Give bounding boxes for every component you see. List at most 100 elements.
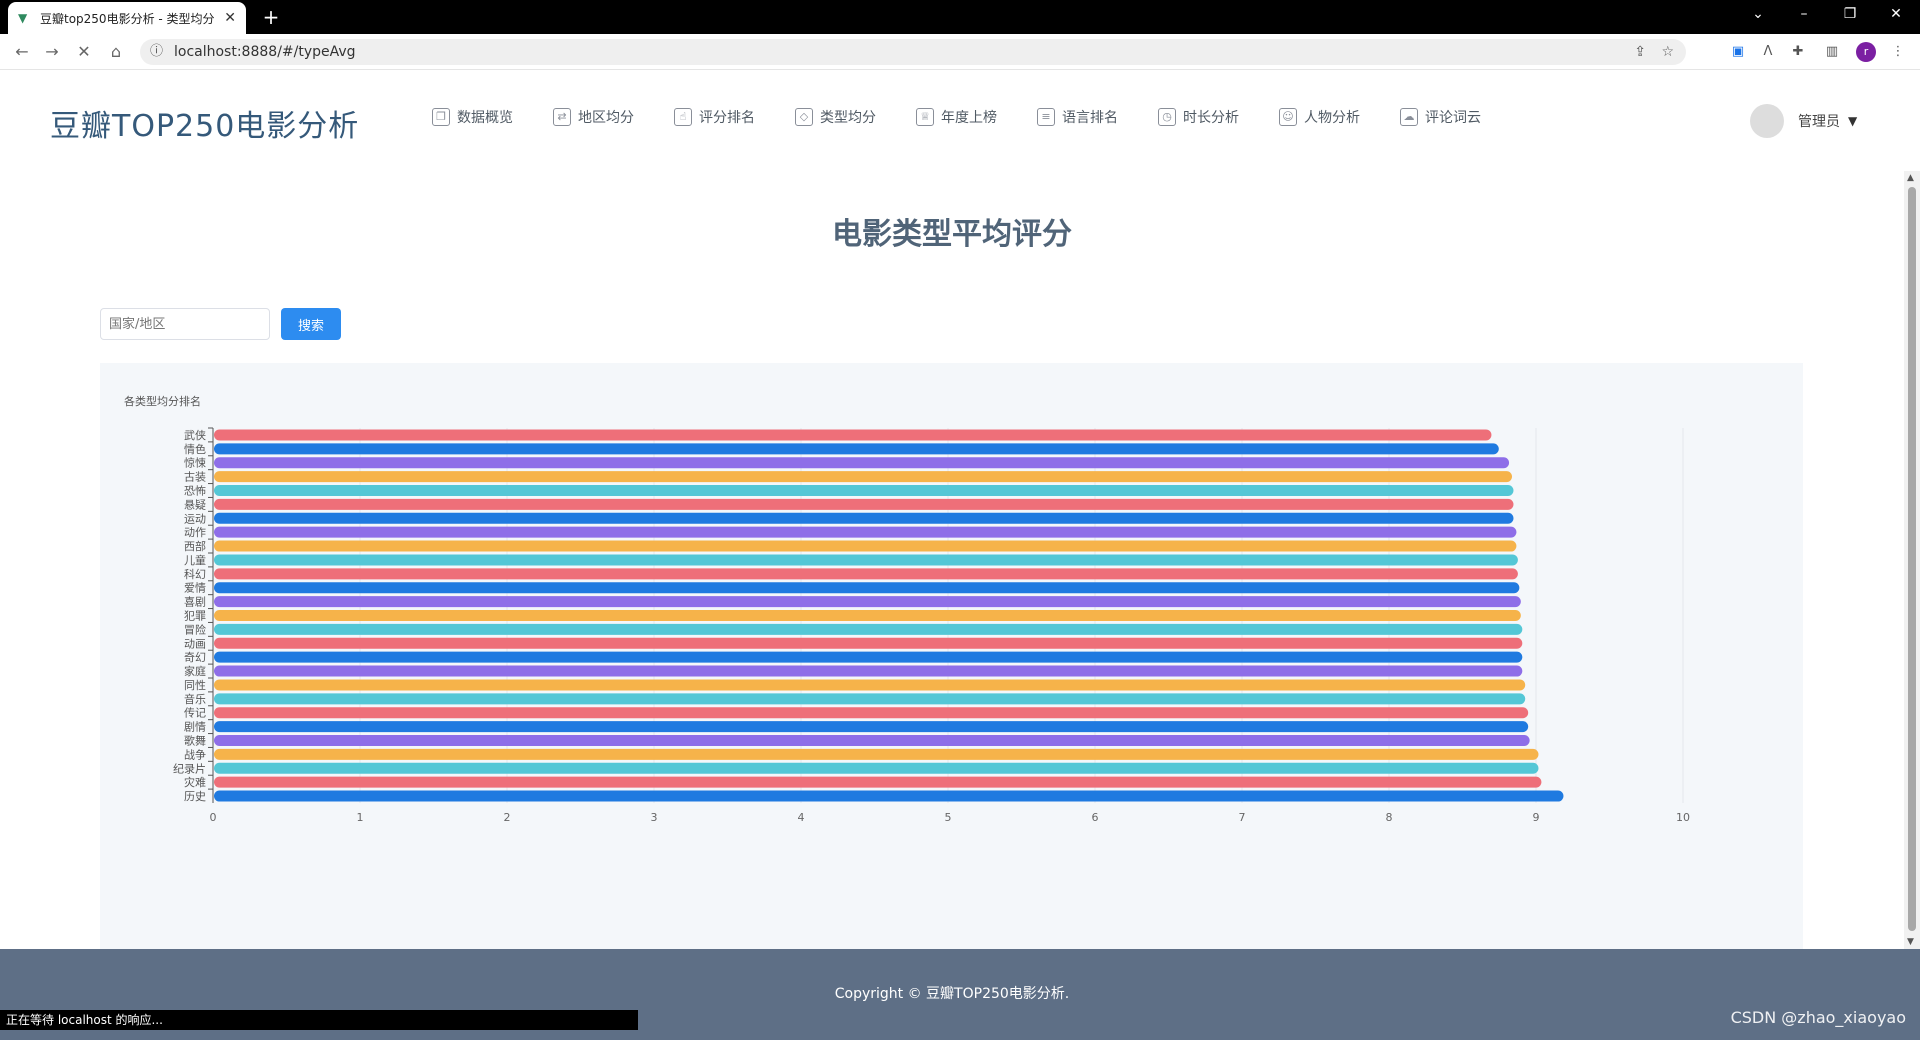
bar <box>214 554 1518 566</box>
y-tick-label: 奇幻 <box>184 651 206 664</box>
x-tick-label: 1 <box>357 811 364 824</box>
forward-icon[interactable]: → <box>40 40 64 64</box>
nav-item-2[interactable]: ☝ 评分排名 <box>674 107 755 127</box>
stop-loading-icon[interactable]: ✕ <box>72 40 96 64</box>
y-tick-label: 情色 <box>184 442 206 456</box>
new-tab-button[interactable]: + <box>258 4 284 30</box>
home-icon[interactable]: ⌂ <box>104 40 128 64</box>
browser-toolbar: ← → ✕ ⌂ ⓘ localhost:8888/#/typeAvg ⇪ ☆ ▣… <box>0 34 1920 70</box>
tab-search-icon[interactable]: ⌄ <box>1736 0 1780 30</box>
x-tick-label: 0 <box>210 811 217 824</box>
scroll-up-icon[interactable]: ▲ <box>1907 173 1914 183</box>
x-tick-label: 5 <box>945 811 952 824</box>
y-tick-label: 犯罪 <box>184 610 206 623</box>
bar <box>214 665 1523 677</box>
minimize-button[interactable]: – <box>1782 0 1826 30</box>
y-tick-label: 悬疑 <box>184 498 206 511</box>
cloud-icon: ☁ <box>1400 108 1418 126</box>
search-button[interactable]: 搜索 <box>281 308 341 340</box>
site-info-icon[interactable]: ⓘ <box>150 39 163 65</box>
browser-tab-bar: ▼ 豆瓣top250电影分析 - 类型均分 ✕ + ⌄ – ❐ ✕ <box>0 0 1920 34</box>
close-tab-icon[interactable]: ✕ <box>224 10 236 26</box>
nav-item-1[interactable]: ⇄ 地区均分 <box>553 107 634 127</box>
nav-item-6[interactable]: ◷ 时长分析 <box>1158 107 1239 127</box>
url-text: localhost:8888/#/typeAvg <box>174 44 356 60</box>
user-menu[interactable]: 管理员 ▼ <box>1750 104 1857 138</box>
site-header: 豆瓣TOP250电影分析 ❐ 数据概览 ⇄ 地区均分 ☝ 评分排名 ◇ 类型均分 ♕ 年度上榜 ≡ 语… <box>0 71 1920 171</box>
y-tick-label: 儿童 <box>184 553 206 567</box>
copyright-text: Copyright © 豆瓣TOP250电影分析. <box>834 986 1070 1002</box>
copy-icon: ❐ <box>432 108 450 126</box>
avatar[interactable] <box>1750 104 1784 138</box>
nav-item-8[interactable]: ☁ 评论词云 <box>1400 107 1481 127</box>
bar <box>214 471 1513 483</box>
y-tick-label: 科幻 <box>184 567 206 581</box>
clock-icon: ◷ <box>1158 108 1176 126</box>
page-scrollbar[interactable]: ▲ ▼ <box>1904 171 1920 949</box>
bar <box>214 623 1523 635</box>
tab-title: 豆瓣top250电影分析 - 类型均分 <box>40 11 215 26</box>
nav-item-label: 地区均分 <box>578 110 634 126</box>
nav-item-label: 类型均分 <box>820 110 876 126</box>
y-tick-label: 西部 <box>184 539 206 553</box>
profile-avatar[interactable]: r <box>1856 42 1876 62</box>
y-tick-label: 恐怖 <box>184 484 206 498</box>
bar <box>214 498 1514 510</box>
extension-translate-icon[interactable]: ▣ <box>1728 42 1748 62</box>
site-brand[interactable]: 豆瓣TOP250电影分析 <box>50 101 359 145</box>
y-tick-label: 灾难 <box>184 775 206 789</box>
nav-item-3[interactable]: ◇ 类型均分 <box>795 107 876 127</box>
y-tick-label: 动画 <box>184 637 206 650</box>
thumb-up-icon: ☝ <box>674 108 692 126</box>
y-tick-label: 歌舞 <box>184 734 206 748</box>
browser-tab[interactable]: ▼ 豆瓣top250电影分析 - 类型均分 ✕ <box>8 2 246 34</box>
bar <box>214 707 1529 719</box>
close-window-button[interactable]: ✕ <box>1874 0 1918 30</box>
share-icon[interactable]: ⇪ <box>1634 39 1646 65</box>
nav-item-label: 评论词云 <box>1425 110 1481 126</box>
bar <box>214 610 1521 621</box>
browser-menu-icon[interactable]: ⋮ <box>1888 42 1908 62</box>
y-tick-label: 惊悚 <box>184 456 206 470</box>
extension-a-icon[interactable]: Ʌ <box>1758 42 1778 62</box>
y-tick-label: 同性 <box>184 678 206 692</box>
bar <box>214 748 1539 760</box>
nav-item-label: 数据概览 <box>457 110 513 126</box>
x-tick-label: 10 <box>1676 811 1690 824</box>
nav-item-7[interactable]: ☺ 人物分析 <box>1279 107 1360 127</box>
bar <box>214 596 1521 608</box>
extensions-puzzle-icon[interactable]: ✚ <box>1788 42 1808 62</box>
bar <box>214 651 1523 663</box>
page-viewport: 豆瓣TOP250电影分析 ❐ 数据概览 ⇄ 地区均分 ☝ 评分排名 ◇ 类型均分 ♕ 年度上榜 ≡ 语… <box>0 71 1920 1040</box>
y-tick-label: 爱情 <box>184 582 206 595</box>
tag-icon: ◇ <box>795 108 813 126</box>
bar <box>214 540 1517 552</box>
page-title: 电影类型平均评分 <box>832 217 1072 252</box>
nav-item-0[interactable]: ❐ 数据概览 <box>432 107 513 127</box>
x-tick-label: 4 <box>798 811 805 824</box>
user-name[interactable]: 管理员 <box>1798 111 1840 131</box>
nav-item-5[interactable]: ≡ 语言排名 <box>1037 107 1118 127</box>
bookmark-star-icon[interactable]: ☆ <box>1661 39 1674 65</box>
scrollbar-thumb[interactable] <box>1908 187 1916 931</box>
side-panel-icon[interactable]: ▥ <box>1822 42 1842 62</box>
restore-button[interactable]: ❐ <box>1828 0 1872 30</box>
y-tick-label: 动作 <box>184 526 206 539</box>
x-tick-label: 9 <box>1533 811 1540 824</box>
trophy-icon: ♕ <box>916 108 934 126</box>
caret-down-icon[interactable]: ▼ <box>1848 114 1857 128</box>
back-icon[interactable]: ← <box>10 40 34 64</box>
bar <box>214 776 1542 788</box>
bar <box>214 637 1523 649</box>
nav-item-4[interactable]: ♕ 年度上榜 <box>916 107 997 127</box>
y-tick-label: 运动 <box>184 512 206 525</box>
vue-logo-icon: ▼ <box>18 11 28 25</box>
user-icon: ☺ <box>1279 108 1297 126</box>
scroll-down-icon[interactable]: ▼ <box>1907 937 1914 947</box>
swap-icon: ⇄ <box>553 108 571 126</box>
address-bar[interactable]: ⓘ localhost:8888/#/typeAvg ⇪ ☆ <box>140 39 1686 65</box>
bar <box>214 693 1526 705</box>
search-input[interactable] <box>100 308 270 340</box>
nav-item-label: 时长分析 <box>1183 110 1239 126</box>
bar <box>214 485 1514 496</box>
